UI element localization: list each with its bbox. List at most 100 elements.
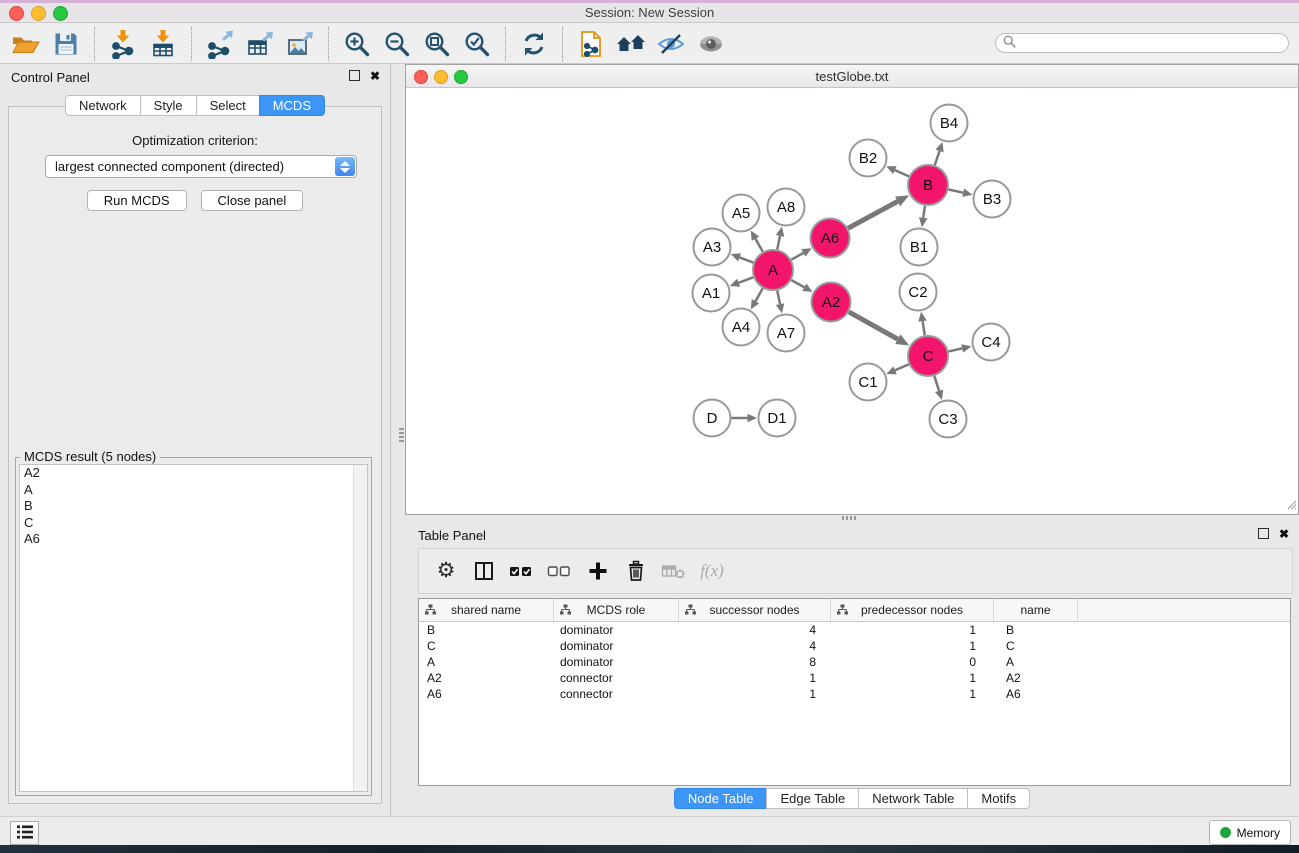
table-cell[interactable]: A2 xyxy=(419,671,554,685)
table-cell[interactable]: B xyxy=(419,623,554,637)
graph-node-A4[interactable]: A4 xyxy=(723,309,760,346)
export-image-button[interactable] xyxy=(280,26,320,62)
column-header-name[interactable]: name xyxy=(994,599,1078,621)
table-cell[interactable]: 1 xyxy=(831,671,994,685)
float-table-panel-icon[interactable] xyxy=(1258,528,1269,539)
zoom-out-button[interactable] xyxy=(377,26,417,62)
graph-edge-C-C4[interactable] xyxy=(948,344,971,352)
mcds-result-item[interactable]: A6 xyxy=(20,531,367,548)
table-cell[interactable]: 4 xyxy=(679,639,831,653)
unselect-all-columns-button[interactable] xyxy=(545,556,575,586)
table-cell[interactable]: dominator xyxy=(554,655,679,669)
table-cell[interactable]: C xyxy=(419,639,554,653)
select-all-columns-button[interactable] xyxy=(507,556,537,586)
graph-node-A7[interactable]: A7 xyxy=(768,315,805,352)
mcds-result-list[interactable]: A2ABCA6 xyxy=(19,464,368,792)
graph-edge-B-B3[interactable] xyxy=(949,188,973,196)
graph-node-B4[interactable]: B4 xyxy=(931,105,968,142)
graph-node-A[interactable]: A xyxy=(753,250,793,290)
network-graph[interactable]: B4B2BB3B1A6A5A8A3AA1A4A7A2C2CC4C1C3DD1 xyxy=(406,88,1298,514)
create-column-button[interactable] xyxy=(583,556,613,586)
horizontal-splitter-handle[interactable] xyxy=(842,516,856,520)
graph-edge-B-B4[interactable] xyxy=(935,142,944,165)
import-network-button[interactable] xyxy=(103,26,143,62)
network-canvas[interactable]: B4B2BB3B1A6A5A8A3AA1A4A7A2C2CC4C1C3DD1 xyxy=(406,88,1298,514)
column-header-shared-name[interactable]: shared name xyxy=(419,599,554,621)
search-input[interactable] xyxy=(1021,34,1288,52)
memory-button[interactable]: Memory xyxy=(1209,820,1291,845)
control-tab-select[interactable]: Select xyxy=(196,95,260,116)
close-panel-icon[interactable]: ✖ xyxy=(370,71,380,81)
refresh-network-button[interactable] xyxy=(514,26,554,62)
run-mcds-button[interactable]: Run MCDS xyxy=(87,190,187,211)
zoom-in-button[interactable] xyxy=(337,26,377,62)
graph-edge-C-C2[interactable] xyxy=(918,312,926,335)
home-layout-button[interactable] xyxy=(611,26,651,62)
export-table-button[interactable] xyxy=(240,26,280,62)
criterion-dropdown[interactable]: largest connected component (directed) xyxy=(45,155,357,178)
table-cell[interactable]: connector xyxy=(554,671,679,685)
table-tab-motifs[interactable]: Motifs xyxy=(967,788,1030,809)
vertical-splitter-handle[interactable] xyxy=(399,428,404,442)
table-cell[interactable]: 1 xyxy=(831,639,994,653)
table-cell[interactable]: dominator xyxy=(554,623,679,637)
table-cell[interactable]: A2 xyxy=(994,671,1078,685)
open-file-button[interactable] xyxy=(6,26,46,62)
graph-edge-B-B1[interactable] xyxy=(919,206,928,227)
export-network-button[interactable] xyxy=(200,26,240,62)
table-row[interactable]: Bdominator41B xyxy=(419,622,1290,638)
graph-edge-A-A3[interactable] xyxy=(731,253,754,262)
graph-node-A3[interactable]: A3 xyxy=(694,229,731,266)
graph-edge-B-B2[interactable] xyxy=(886,166,909,176)
graph-node-A6[interactable]: A6 xyxy=(811,219,850,258)
network-window-titlebar[interactable]: testGlobe.txt xyxy=(406,65,1298,88)
table-tab-network-table[interactable]: Network Table xyxy=(858,788,968,809)
graph-edge-A-A6[interactable] xyxy=(791,248,811,259)
table-cell[interactable]: dominator xyxy=(554,639,679,653)
table-row[interactable]: A2connector11A2 xyxy=(419,670,1290,686)
table-settings-button[interactable]: ⚙ xyxy=(431,556,461,586)
table-cell[interactable]: C xyxy=(994,639,1078,653)
graph-node-C3[interactable]: C3 xyxy=(930,401,967,438)
import-table-button[interactable] xyxy=(143,26,183,62)
table-tab-node-table[interactable]: Node Table xyxy=(674,788,768,809)
graph-edge-A2-C[interactable] xyxy=(849,312,909,346)
control-tab-mcds[interactable]: MCDS xyxy=(259,95,325,116)
table-cell[interactable]: A xyxy=(994,655,1078,669)
mcds-result-item[interactable]: B xyxy=(20,498,367,515)
graph-node-A8[interactable]: A8 xyxy=(768,189,805,226)
table-cell[interactable]: 1 xyxy=(831,687,994,701)
graph-node-B2[interactable]: B2 xyxy=(850,140,887,177)
mcds-result-item[interactable]: A xyxy=(20,482,367,499)
graph-node-A2[interactable]: A2 xyxy=(812,283,851,322)
graph-edge-A-A4[interactable] xyxy=(751,288,763,309)
zoom-fit-button[interactable] xyxy=(417,26,457,62)
table-cell[interactable]: A xyxy=(419,655,554,669)
graph-edge-A6-B[interactable] xyxy=(848,195,909,228)
save-session-button[interactable] xyxy=(46,26,86,62)
node-table[interactable]: shared nameMCDS rolesuccessor nodesprede… xyxy=(418,598,1291,786)
search-box[interactable] xyxy=(995,33,1289,53)
graph-node-C4[interactable]: C4 xyxy=(973,324,1010,361)
graph-node-D[interactable]: D xyxy=(694,400,731,437)
table-cell[interactable]: 0 xyxy=(831,655,994,669)
table-cell[interactable]: 8 xyxy=(679,655,831,669)
table-row[interactable]: Adominator80A xyxy=(419,654,1290,670)
column-header-successor-nodes[interactable]: successor nodes xyxy=(679,599,831,621)
graph-edge-D-D1[interactable] xyxy=(732,414,758,423)
window-resize-grip[interactable] xyxy=(1285,498,1297,513)
control-tab-network[interactable]: Network xyxy=(65,95,141,116)
control-tab-style[interactable]: Style xyxy=(140,95,197,116)
close-table-panel-icon[interactable]: ✖ xyxy=(1279,529,1289,539)
show-graphics-details-button[interactable] xyxy=(691,26,731,62)
task-history-button[interactable] xyxy=(10,821,39,845)
graph-edge-A-A2[interactable] xyxy=(791,280,812,292)
graph-edge-A-A5[interactable] xyxy=(751,230,763,251)
float-panel-icon[interactable] xyxy=(349,70,360,81)
graph-edge-A-A8[interactable] xyxy=(776,227,784,250)
table-cell[interactable]: A6 xyxy=(994,687,1078,701)
graph-node-B1[interactable]: B1 xyxy=(901,229,938,266)
column-header-MCDS-role[interactable]: MCDS role xyxy=(554,599,679,621)
table-cell[interactable]: 1 xyxy=(679,687,831,701)
hide-graphics-details-button[interactable] xyxy=(651,26,691,62)
